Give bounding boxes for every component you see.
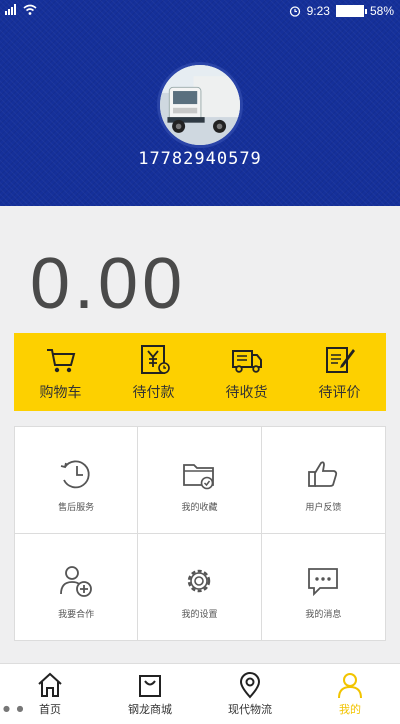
battery-level: 58%: [369, 4, 394, 18]
service-label: 我的消息: [305, 609, 342, 620]
status-time: 9:23: [306, 4, 330, 18]
phone-number: 17782940579: [138, 149, 262, 169]
service-feedback[interactable]: 用户反馈: [261, 427, 385, 534]
alarm-icon: [289, 6, 300, 17]
service-cooperation[interactable]: 我要合作: [15, 533, 139, 640]
location-icon: [239, 672, 261, 699]
service-label: 售后服务: [58, 503, 95, 513]
tab-label: 现代物流: [228, 703, 272, 716]
avatar[interactable]: [157, 62, 243, 148]
clock-icon: [60, 460, 90, 489]
order-label: 待付款: [132, 385, 175, 401]
order-label: 待评价: [318, 385, 361, 401]
tab-label: 钢龙商城: [128, 703, 172, 716]
service-messages[interactable]: 我的消息: [262, 534, 385, 641]
truck-icon: [231, 350, 262, 373]
services-grid: 售后服务 我的收藏 用户反馈 我要合作 我的设置 我的消息: [14, 426, 386, 641]
user-icon: [338, 673, 362, 699]
service-settings[interactable]: 我的设置: [138, 533, 262, 640]
battery-icon: [335, 5, 367, 17]
order-pending-receipt[interactable]: 待收货: [200, 333, 293, 411]
order-label: 购物车: [39, 385, 82, 401]
balance-amount: 0.00: [30, 244, 187, 324]
service-label: 我的收藏: [181, 503, 218, 513]
order-cart[interactable]: 购物车: [14, 333, 107, 411]
tab-logistics[interactable]: 现代物流: [200, 664, 300, 724]
shopping-bag-icon: [139, 675, 161, 697]
service-label: 我的设置: [181, 609, 218, 620]
status-bar: 9:23 58%: [0, 0, 400, 24]
service-label: 我要合作: [58, 609, 95, 620]
order-label: 待收货: [225, 385, 268, 401]
order-shortcuts: 购物车 待付款 待收货 待评价: [14, 333, 386, 411]
pen-note-icon: [325, 347, 355, 373]
profile-header: 17782940579: [0, 0, 400, 206]
service-label: 用户反馈: [305, 503, 342, 513]
thumbs-up-icon: [308, 461, 338, 487]
bottom-tab-bar: 首页 钢龙商城 现代物流 我的: [0, 663, 400, 724]
gear-icon: [188, 569, 211, 592]
wifi-icon: [23, 4, 37, 15]
tab-mall[interactable]: 钢龙商城: [100, 664, 200, 724]
tab-label: 首页: [39, 703, 61, 716]
service-after-sales[interactable]: 售后服务: [15, 427, 139, 534]
order-pending-review[interactable]: 待评价: [293, 333, 386, 411]
message-icon: [308, 567, 339, 596]
tab-label: 我的: [339, 703, 361, 716]
tab-mine[interactable]: 我的: [300, 664, 400, 724]
add-user-icon: [60, 565, 93, 597]
folder-icon: [183, 464, 215, 490]
dots-indicator: ● ●: [3, 704, 26, 713]
home-icon: [38, 672, 62, 697]
yen-bill-icon: [140, 345, 170, 374]
cart-icon: [46, 349, 75, 373]
truck-photo: [160, 65, 240, 145]
order-pending-payment[interactable]: 待付款: [107, 333, 200, 411]
tab-home[interactable]: 首页: [0, 664, 100, 724]
service-favorites[interactable]: 我的收藏: [138, 427, 262, 534]
signal-icon: [5, 4, 16, 15]
